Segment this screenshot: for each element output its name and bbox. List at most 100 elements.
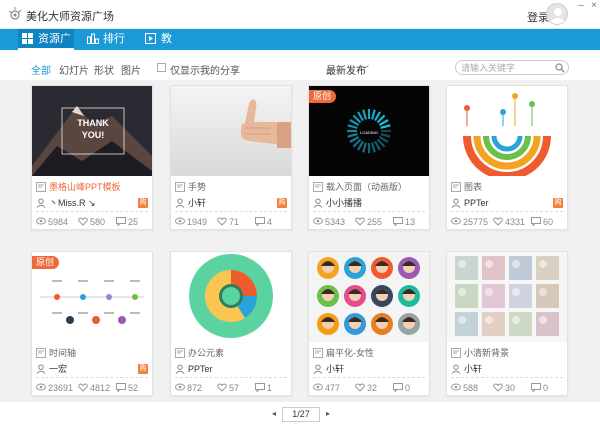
filter-tab-slides[interactable]: 幻灯片 bbox=[59, 62, 89, 77]
card-divider bbox=[36, 211, 148, 212]
like-count[interactable]: 57 bbox=[217, 382, 239, 394]
resource-card[interactable]: 图表 PPTer 购 25775 4331 60 bbox=[446, 85, 568, 230]
like-count[interactable]: 580 bbox=[78, 216, 105, 228]
bar-chart-icon bbox=[87, 33, 99, 44]
resource-card[interactable]: THANK YOU! 墨格山峰PPT模板 丶Miss.R ↘ 购 5984 580 25 bbox=[31, 85, 153, 230]
resource-thumbnail[interactable] bbox=[309, 252, 429, 342]
svg-text:THANK: THANK bbox=[77, 118, 109, 128]
resource-card[interactable]: 扁平化-女性小轩 477 32 0 bbox=[308, 251, 430, 396]
card-title: 图表 bbox=[464, 182, 483, 192]
card-title-row[interactable]: 墨格山峰PPT模板 bbox=[36, 181, 148, 193]
pagination: ◂ 1/27 ▸ bbox=[0, 407, 600, 423]
view-count: 23691 bbox=[36, 382, 73, 394]
card-title-row[interactable]: 手势 bbox=[175, 181, 287, 193]
views-icon bbox=[36, 383, 46, 391]
resource-thumbnail[interactable]: THANK YOU! bbox=[32, 86, 152, 176]
nav-tab-resource-square[interactable]: 资源广场 bbox=[18, 29, 74, 66]
like-count[interactable]: 30 bbox=[493, 382, 515, 394]
card-author[interactable]: 小轩 bbox=[188, 198, 206, 208]
card-title-row[interactable]: 图表 bbox=[451, 181, 563, 193]
view-count: 588 bbox=[451, 382, 478, 394]
likes-icon bbox=[493, 383, 503, 392]
comment-count[interactable]: 0 bbox=[531, 382, 548, 394]
nav-tab-ranking[interactable]: 排行榜 bbox=[83, 29, 133, 66]
card-title-row[interactable]: 载入页面（动画版） bbox=[313, 181, 425, 193]
comment-count[interactable]: 4 bbox=[255, 216, 272, 228]
comment-count-value: 25 bbox=[128, 217, 139, 227]
like-count-value: 4812 bbox=[90, 383, 111, 393]
filter-tab-all[interactable]: 全部 bbox=[31, 62, 51, 77]
comment-count-value: 52 bbox=[128, 383, 139, 393]
resource-thumbnail[interactable] bbox=[447, 86, 567, 176]
card-author[interactable]: PPTer bbox=[464, 198, 489, 208]
like-count[interactable]: 32 bbox=[355, 382, 377, 394]
card-author[interactable]: 丶Miss.R ↘ bbox=[49, 198, 96, 208]
view-count: 477 bbox=[313, 382, 340, 394]
comment-count[interactable]: 1 bbox=[255, 382, 272, 394]
card-title: 载入页面（动画版） bbox=[326, 182, 408, 192]
like-count[interactable]: 71 bbox=[217, 216, 239, 228]
like-count[interactable]: 4331 bbox=[493, 216, 525, 228]
likes-icon bbox=[78, 217, 88, 226]
search-input[interactable] bbox=[461, 62, 551, 74]
prev-page-button[interactable]: ◂ bbox=[272, 409, 276, 418]
minimize-icon[interactable]: – bbox=[574, 0, 588, 12]
card-title-row[interactable]: 小清新背景 bbox=[451, 347, 563, 359]
main-nav: 资源广场 排行榜 教程 bbox=[0, 29, 600, 66]
card-author[interactable]: 一宏 bbox=[49, 364, 67, 374]
card-title-row[interactable]: 扁平化-女性 bbox=[313, 347, 425, 359]
active-tab-indicator bbox=[18, 48, 74, 50]
card-title: 墨格山峰PPT模板 bbox=[49, 182, 121, 192]
file-icon bbox=[313, 348, 323, 358]
chevron-down-icon[interactable]: ﹀ bbox=[360, 63, 369, 76]
search-icon[interactable] bbox=[555, 63, 565, 73]
view-count: 5343 bbox=[313, 216, 345, 228]
user-avatar[interactable] bbox=[546, 3, 568, 25]
card-author[interactable]: 小轩 bbox=[326, 364, 344, 374]
comment-count[interactable]: 13 bbox=[393, 216, 415, 228]
next-page-button[interactable]: ▸ bbox=[326, 409, 330, 418]
resource-card[interactable]: 小清新背景小轩 588 30 0 bbox=[446, 251, 568, 396]
page-indicator[interactable]: 1/27 bbox=[282, 407, 320, 422]
close-icon[interactable]: × bbox=[587, 0, 600, 12]
card-stats: 5984 580 25 bbox=[36, 216, 148, 228]
comment-count[interactable]: 60 bbox=[531, 216, 553, 228]
resource-thumbnail[interactable] bbox=[447, 252, 567, 342]
resource-card[interactable]: 原创 时间轴 一宏 购 23691 4812 52 bbox=[31, 251, 153, 396]
card-author[interactable]: PPTer bbox=[188, 364, 213, 374]
like-count-value: 57 bbox=[229, 383, 240, 393]
like-count[interactable]: 4812 bbox=[78, 382, 110, 394]
filter-tab-images[interactable]: 图片 bbox=[121, 62, 141, 77]
nav-tab-tutorial[interactable]: 教程 bbox=[141, 29, 181, 66]
thumbnail-chart bbox=[447, 86, 567, 176]
resource-thumbnail[interactable] bbox=[171, 86, 291, 176]
card-divider bbox=[175, 211, 287, 212]
resource-card[interactable]: LOADING 原创 载入页面（动画版） 小小播播 5343 255 13 bbox=[308, 85, 430, 230]
thumbnail-mountain: THANK YOU! bbox=[32, 86, 152, 176]
resource-card[interactable]: 手势 小轩 购 1949 71 4 bbox=[170, 85, 292, 230]
app-logo-icon bbox=[8, 7, 22, 20]
card-divider bbox=[313, 211, 425, 212]
comment-count[interactable]: 0 bbox=[393, 382, 410, 394]
purchase-badge: 购 bbox=[138, 198, 148, 208]
user-icon bbox=[175, 198, 185, 208]
card-author[interactable]: 小小播播 bbox=[326, 198, 362, 208]
comment-count[interactable]: 25 bbox=[116, 216, 138, 228]
resource-thumbnail[interactable] bbox=[171, 252, 291, 342]
card-title-row[interactable]: 时间轴 bbox=[36, 347, 148, 359]
comment-count[interactable]: 52 bbox=[116, 382, 138, 394]
view-count-value: 5984 bbox=[48, 217, 69, 227]
card-title-row[interactable]: 办公元素 bbox=[175, 347, 287, 359]
comment-count-value: 1 bbox=[267, 383, 273, 393]
card-author[interactable]: 小轩 bbox=[464, 364, 482, 374]
comments-icon bbox=[531, 383, 541, 392]
like-count[interactable]: 255 bbox=[355, 216, 382, 228]
title-bar: 美化大师资源广场 登录 – × bbox=[0, 0, 600, 29]
like-count-value: 32 bbox=[367, 383, 378, 393]
only-mine-label[interactable]: 仅显示我的分享 bbox=[170, 62, 240, 77]
only-mine-checkbox[interactable] bbox=[157, 63, 166, 72]
view-count: 872 bbox=[175, 382, 202, 394]
resource-card[interactable]: 办公元素 PPTer 872 57 1 bbox=[170, 251, 292, 396]
filter-tab-shapes[interactable]: 形状 bbox=[94, 62, 114, 77]
filter-bar: 全部 幻灯片 形状 图片 仅显示我的分享 最新发布 ﹀ bbox=[0, 58, 600, 80]
